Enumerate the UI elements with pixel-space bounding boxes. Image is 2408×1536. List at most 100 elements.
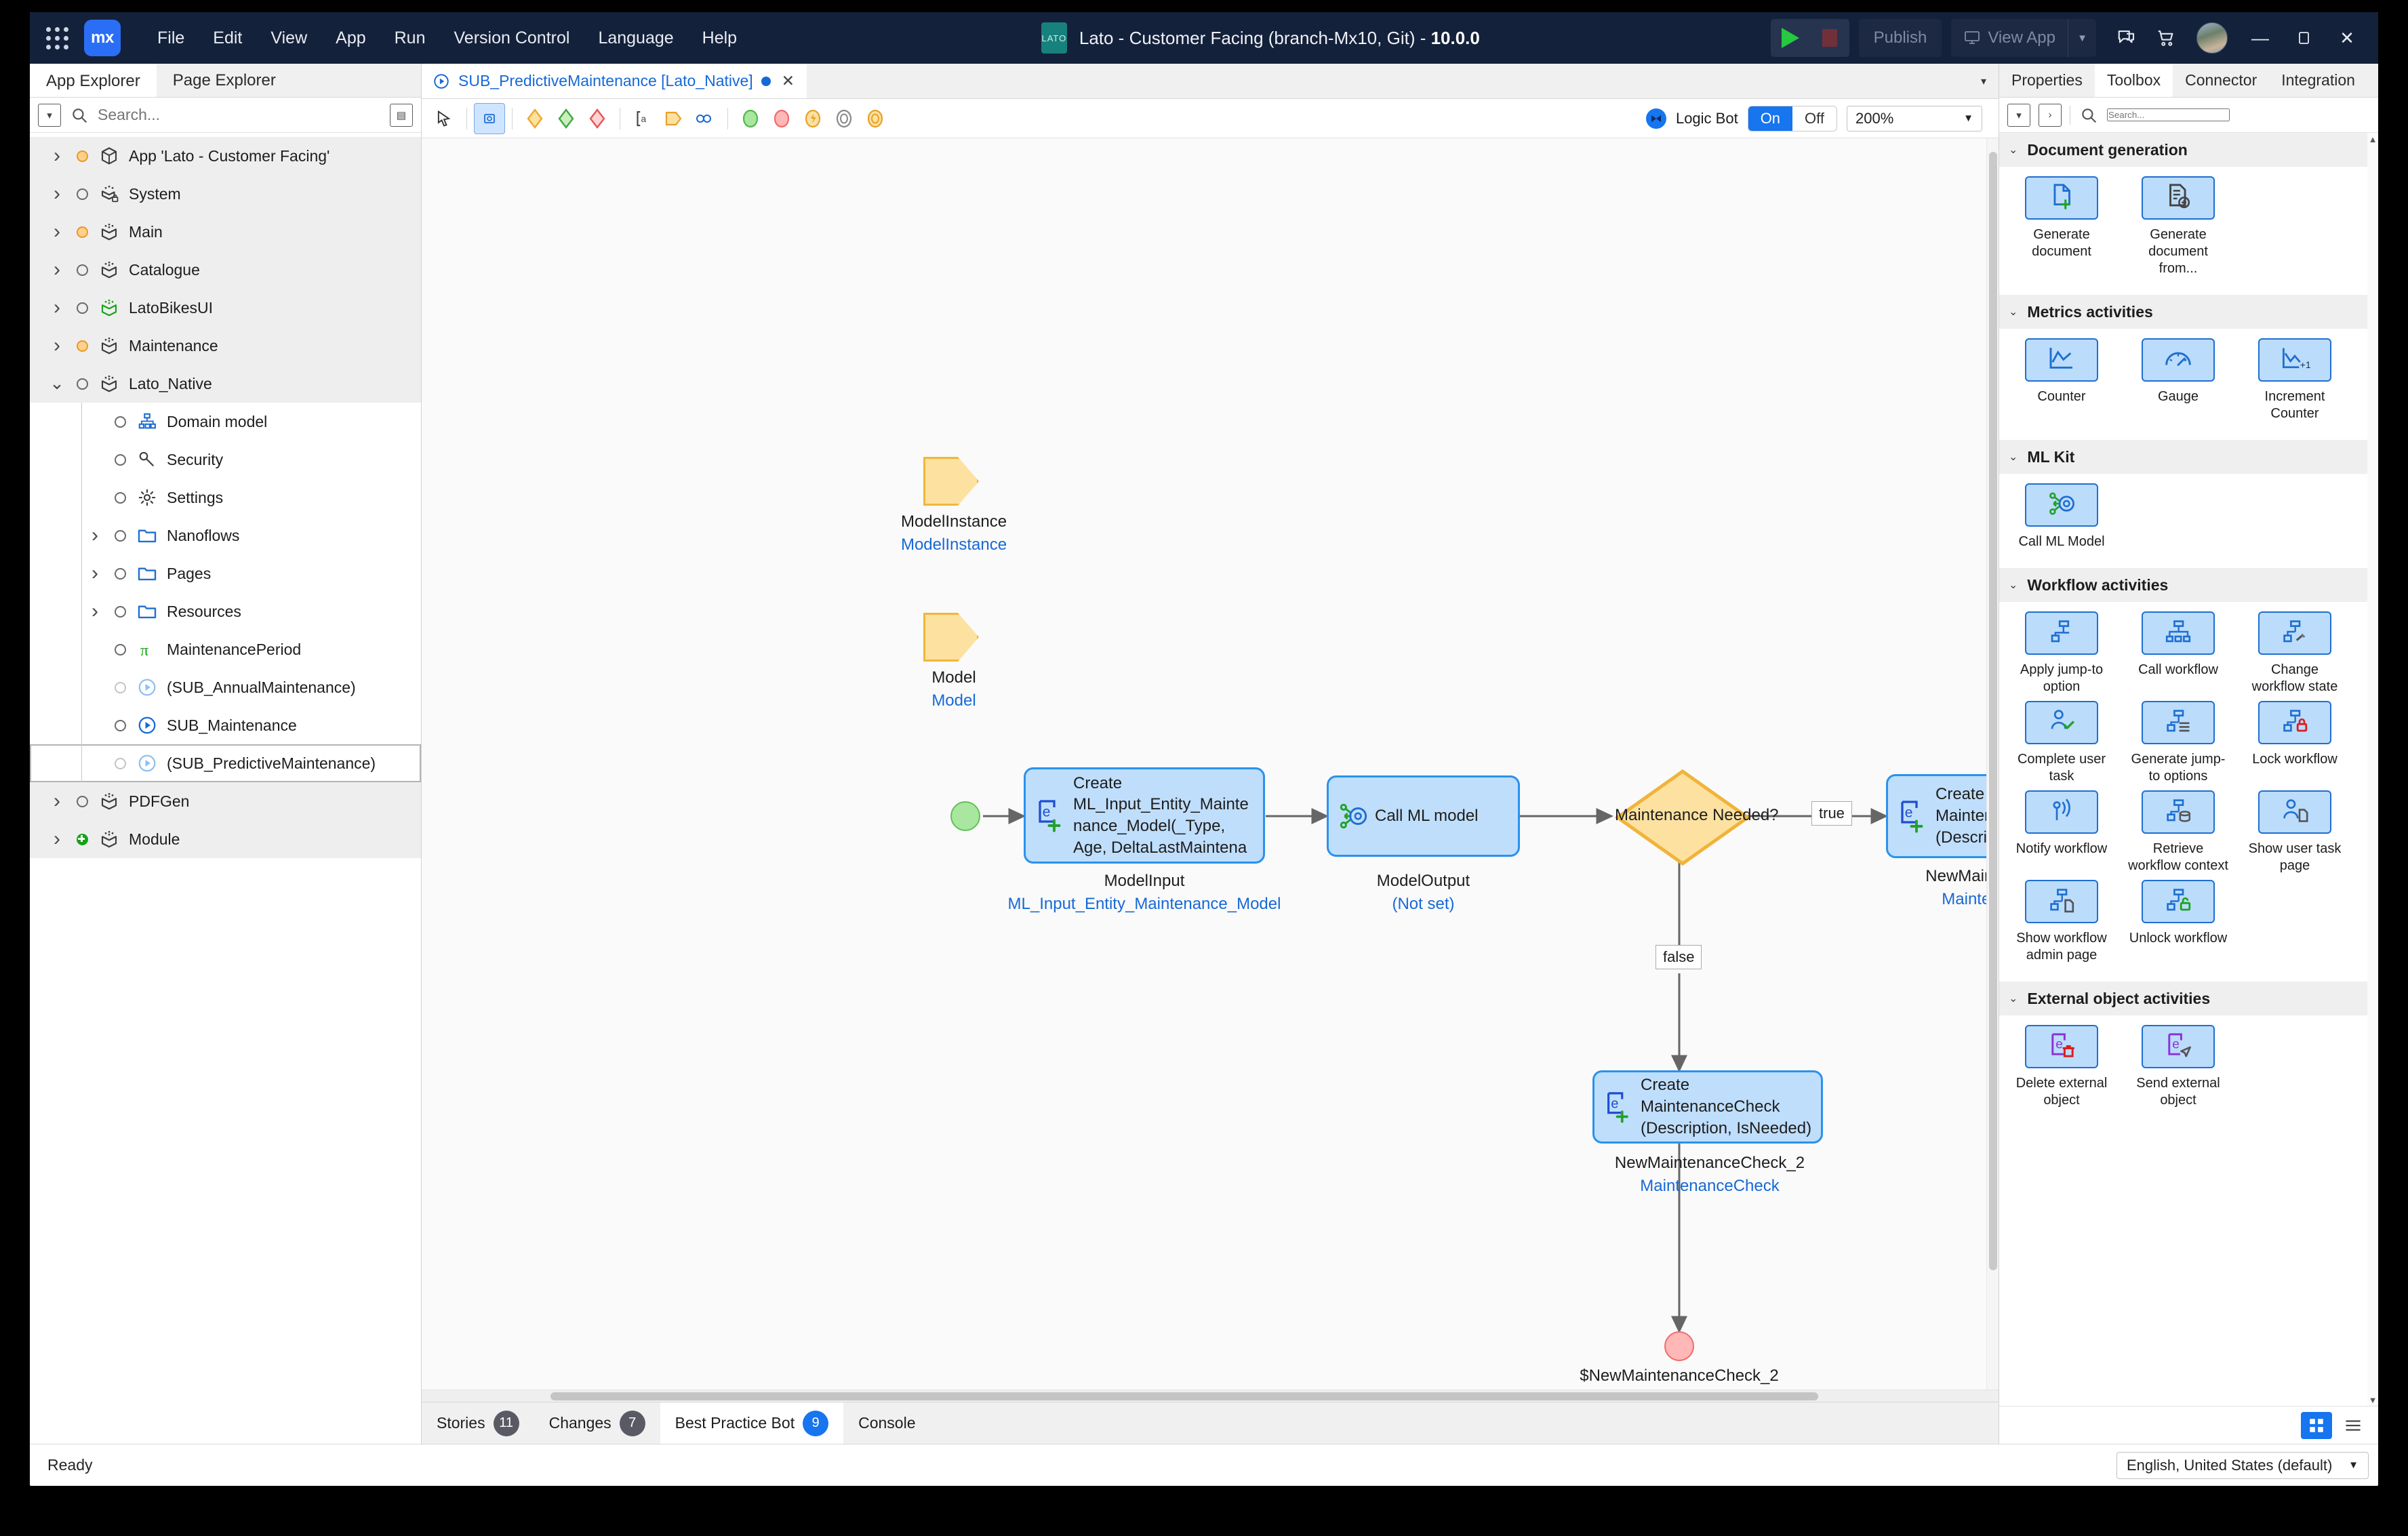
toolbox-item-counter[interactable]: Counter [2003,338,2120,422]
chevron-right-icon[interactable]: › [43,146,71,166]
tree-item-app-lato-customer-facing[interactable]: › App 'Lato - Customer Facing' [30,137,421,175]
logic-bot-off[interactable]: Off [1792,106,1837,131]
app-grid-icon[interactable] [39,26,75,49]
grid-view-icon[interactable] [2301,1411,2332,1439]
toolbox-item-call-workflow[interactable]: Call workflow [2120,611,2236,695]
chevron-right-icon[interactable]: › [43,791,71,811]
toolbox-item-icon-box[interactable]: +1 [2258,338,2331,382]
tree-item-security[interactable]: Security [30,441,421,479]
toolbox-item-icon-box[interactable] [2025,790,2098,834]
toolbox-item-icon-box[interactable] [2025,701,2098,744]
activity-create-model-input[interactable]: e Create ML_Input_Entity_Mainte nance_Mo… [1024,767,1265,864]
toolbox-group-workflow-activities[interactable]: ⌄ Workflow activities [1999,568,2378,602]
chevron-right-icon[interactable]: › [43,298,71,318]
toolbox-item-icon-box[interactable] [2142,790,2215,834]
tab-integration[interactable]: Integration [2269,64,2367,97]
start-event[interactable] [950,801,980,831]
minimize-icon[interactable]: — [2240,18,2281,58]
toolbox-item-generate-document-from[interactable]: Generate document from... [2120,176,2236,277]
toolbox-item-send-external-object[interactable]: e Send external object [2120,1025,2236,1109]
chevron-right-icon[interactable]: › [81,601,108,622]
toolbox-item-icon-box[interactable] [2142,338,2215,382]
parameter-model[interactable] [923,613,979,662]
chevron-right-icon[interactable]: › [43,260,71,280]
toolbox-item-icon-box[interactable] [2142,611,2215,655]
loop-icon[interactable] [689,103,721,134]
menu-version-control[interactable]: Version Control [441,22,584,54]
editor-tab-overflow-icon[interactable]: ▾ [1969,64,1999,98]
chevron-down-icon[interactable]: ⌄ [43,375,71,392]
start-event-icon[interactable] [735,103,766,134]
toolbox-item-icon-box[interactable] [2142,176,2215,220]
toolbox-item-lock-workflow[interactable]: Lock workflow [2236,701,2353,785]
toolbox-item-generate-document[interactable]: Generate document [2003,176,2120,277]
tree-item-main[interactable]: › Main [30,213,421,251]
view-app-button[interactable]: View App ▼ [1951,19,2096,57]
toolbox-group-document-generation[interactable]: ⌄ Document generation [1999,133,2378,167]
tab-connector[interactable]: Connector [2173,64,2269,97]
toolbox-item-apply-jump-to-option[interactable]: Apply jump-to option [2003,611,2120,695]
feedback-icon[interactable] [2108,20,2145,56]
break-event-icon[interactable] [828,103,860,134]
toolbox-group-external-object-activities[interactable]: ⌄ External object activities [1999,982,2378,1015]
bottom-tab-best-practice-bot[interactable]: Best Practice Bot 9 [660,1402,844,1444]
chevron-right-icon[interactable]: › [81,525,108,546]
toolbox-item-show-workflow-admin-page[interactable]: Show workflow admin page [2003,880,2120,964]
toolbox-item-complete-user-task[interactable]: Complete user task [2003,701,2120,785]
end-event-icon[interactable] [766,103,797,134]
toolbox-search-input[interactable] [2107,108,2230,121]
red-diamond-icon[interactable] [582,103,613,134]
tab-page-explorer[interactable]: Page Explorer [157,64,292,97]
tree-item-module[interactable]: › Module [30,820,421,858]
green-diamond-icon[interactable] [550,103,582,134]
parameter-icon[interactable] [658,103,689,134]
scroll-up-icon[interactable]: ▲ [2367,133,2378,145]
tree-item-settings[interactable]: Settings [30,479,421,517]
microflow-canvas[interactable]: ModelInstance ModelInstance Model Model … [422,138,1999,1390]
toolbox-scrollbar[interactable]: ▲ ▼ [2367,133,2378,1406]
tree-item-latobikesui[interactable]: › LatoBikesUI [30,289,421,327]
tab-toolbox[interactable]: Toolbox [2094,64,2173,97]
publish-button[interactable]: Publish [1858,19,1942,57]
marketplace-cart-icon[interactable] [2148,20,2184,56]
menu-language[interactable]: Language [584,22,687,54]
toolbox-item-generate-jump-to-options[interactable]: Generate jump-to options [2120,701,2236,785]
close-tab-icon[interactable]: ✕ [779,72,795,90]
tree-item-sub-maintenance[interactable]: SUB_Maintenance [30,706,421,744]
tree-item-resources[interactable]: › Resources [30,592,421,630]
toolbox-item-icon-box[interactable] [2258,790,2331,834]
editor-tab-predictive-maintenance[interactable]: SUB_PredictiveMaintenance [Lato_Native] … [422,64,807,98]
canvas-horizontal-scrollbar[interactable] [422,1390,1999,1402]
end-event-false[interactable] [1664,1331,1694,1361]
language-select[interactable]: English, United States (default) ▼ [2116,1451,2369,1479]
collapse-all-icon[interactable]: ▾ [38,103,61,127]
scroll-down-icon[interactable]: ▼ [2367,1394,2378,1406]
activity-create-maintenance-check-2[interactable]: e Create MaintenanceCheck (Description, … [1592,1070,1823,1144]
chevron-right-icon[interactable]: › [81,563,108,584]
toolbox-item-icon-box[interactable]: e [2142,1025,2215,1068]
tree-item-lato-native[interactable]: ⌄ Lato_Native [30,365,421,403]
bottom-tab-stories[interactable]: Stories 11 [422,1402,534,1444]
collapse-all-icon[interactable]: ▾ [2007,103,2030,127]
canvas-vertical-scrollbar[interactable] [1986,138,1999,1390]
toolbox-item-delete-external-object[interactable]: e Delete external object [2003,1025,2120,1109]
toolbox-group-ml-kit[interactable]: ⌄ ML Kit [1999,440,2378,474]
tree-item-pdfgen[interactable]: › PDFGen [30,782,421,820]
toolbox-item-icon-box[interactable] [2258,701,2331,744]
tree-item-system[interactable]: › System [30,175,421,213]
tree-item-maintenance[interactable]: › Maintenance [30,327,421,365]
toolbox-item-increment-counter[interactable]: +1 Increment Counter [2236,338,2353,422]
tree-item-catalogue[interactable]: › Catalogue [30,251,421,289]
toolbox-item-gauge[interactable]: Gauge [2120,338,2236,422]
tree-item-domain-model[interactable]: Domain model [30,403,421,441]
stop-icon[interactable] [1810,19,1849,57]
tree-item-maintenanceperiod[interactable]: π MaintenancePeriod [30,630,421,668]
object-icon[interactable] [474,102,505,134]
expand-all-icon[interactable]: › [2039,103,2062,127]
zoom-select[interactable]: 200% ▼ [1847,105,1982,132]
toolbox-item-icon-box[interactable] [2142,701,2215,744]
logic-bot-on[interactable]: On [1748,106,1793,131]
toolbox-item-icon-box[interactable] [2142,880,2215,923]
toolbox-item-icon-box[interactable] [2258,611,2331,655]
pointer-icon[interactable] [428,103,460,134]
